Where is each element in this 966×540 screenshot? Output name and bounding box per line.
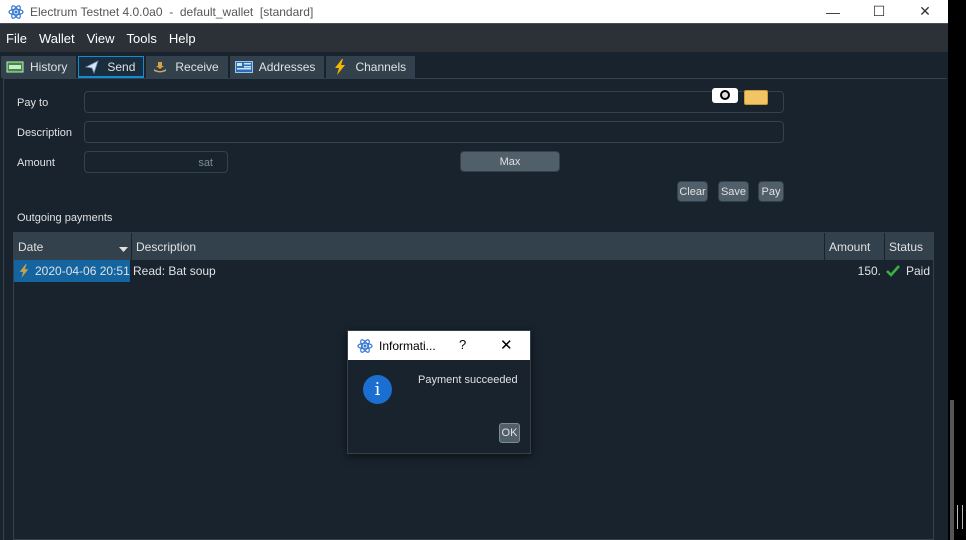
- table-header: Date Description Amount Status: [14, 233, 933, 260]
- tab-history[interactable]: History: [1, 56, 77, 78]
- row-description: Read: Bat soup: [133, 264, 216, 278]
- clear-button[interactable]: Clear: [677, 181, 708, 202]
- menu-bar: File Wallet View Tools Help: [0, 23, 948, 52]
- close-button[interactable]: ✕: [902, 0, 948, 23]
- tab-send-label: Send: [107, 59, 136, 74]
- tab-channels[interactable]: Channels: [326, 56, 416, 78]
- lightning-icon: [18, 264, 30, 278]
- menu-wallet[interactable]: Wallet: [33, 31, 81, 46]
- tab-bar: History Send Receive Addresses Channels: [0, 52, 948, 78]
- background-scrollbar: [950, 400, 954, 540]
- ok-button[interactable]: OK: [499, 423, 520, 443]
- pay-to-label: Pay to: [17, 97, 49, 109]
- amount-label: Amount: [17, 157, 55, 169]
- column-date[interactable]: Date: [14, 233, 132, 260]
- electrum-logo-icon: [357, 338, 373, 353]
- tab-history-label: History: [30, 60, 68, 74]
- column-description[interactable]: Description: [132, 233, 825, 260]
- column-status[interactable]: Status: [885, 233, 935, 260]
- description-label: Description: [17, 127, 73, 139]
- row-status-cell: Paid: [886, 260, 935, 282]
- history-icon: [6, 60, 24, 74]
- receive-icon: [151, 60, 169, 74]
- maximize-button[interactable]: ☐: [856, 0, 902, 23]
- menu-view[interactable]: View: [81, 31, 121, 46]
- send-icon: [83, 59, 101, 74]
- row-status: Paid: [906, 264, 931, 278]
- table-row[interactable]: 2020-04-06 20:51 Read: Bat soup 150. Pai…: [14, 260, 933, 282]
- addresses-icon: [234, 60, 253, 74]
- checkmark-icon: [886, 265, 900, 277]
- desktop-edge: [948, 0, 966, 540]
- tab-channels-label: Channels: [355, 60, 407, 74]
- menu-tools[interactable]: Tools: [121, 31, 163, 46]
- amount-unit: sat: [198, 157, 213, 169]
- dialog-help-button[interactable]: ?: [459, 337, 466, 352]
- save-button[interactable]: Save: [718, 181, 749, 202]
- outgoing-payments-label: Outgoing payments: [17, 212, 113, 224]
- pay-button[interactable]: Pay: [758, 181, 784, 202]
- window-titlebar: Electrum Testnet 4.0.0a0 - default_walle…: [0, 0, 948, 23]
- electrum-logo-icon: [8, 4, 24, 19]
- tab-receive-label: Receive: [175, 60, 219, 74]
- window-title: Electrum Testnet 4.0.0a0 - default_walle…: [30, 4, 314, 19]
- amount-input[interactable]: sat: [84, 151, 228, 173]
- pay-to-input[interactable]: [84, 91, 784, 113]
- dialog-message: Payment succeeded: [418, 374, 518, 386]
- tab-addresses[interactable]: Addresses: [229, 56, 325, 78]
- tab-receive[interactable]: Receive: [146, 56, 228, 78]
- menu-help[interactable]: Help: [163, 31, 202, 46]
- camera-icon[interactable]: [712, 88, 738, 103]
- minimize-button[interactable]: —: [810, 0, 856, 23]
- info-icon: i: [363, 375, 392, 404]
- tab-send[interactable]: Send: [78, 56, 145, 78]
- row-amount: 150.: [857, 264, 881, 278]
- row-date-cell[interactable]: 2020-04-06 20:51: [14, 260, 130, 282]
- folder-icon[interactable]: [744, 90, 768, 105]
- lightning-icon: [331, 59, 349, 75]
- information-dialog: Informati... ? ✕ i Payment succeeded OK: [347, 330, 531, 454]
- menu-file[interactable]: File: [0, 31, 33, 46]
- dialog-close-button[interactable]: ✕: [500, 336, 513, 354]
- description-input[interactable]: [84, 121, 784, 143]
- max-button[interactable]: Max: [460, 151, 560, 172]
- dialog-titlebar: Informati... ? ✕: [348, 331, 530, 360]
- tab-addresses-label: Addresses: [258, 60, 316, 74]
- column-amount[interactable]: Amount: [825, 233, 885, 260]
- column-date-label: Date: [18, 239, 44, 254]
- send-panel: Pay to Description Amount sat Max Clear …: [0, 78, 948, 540]
- row-date: 2020-04-06 20:51: [35, 264, 130, 278]
- sort-arrow-icon: [119, 242, 128, 256]
- dialog-title: Informati...: [379, 338, 436, 353]
- background-marker: [957, 505, 963, 529]
